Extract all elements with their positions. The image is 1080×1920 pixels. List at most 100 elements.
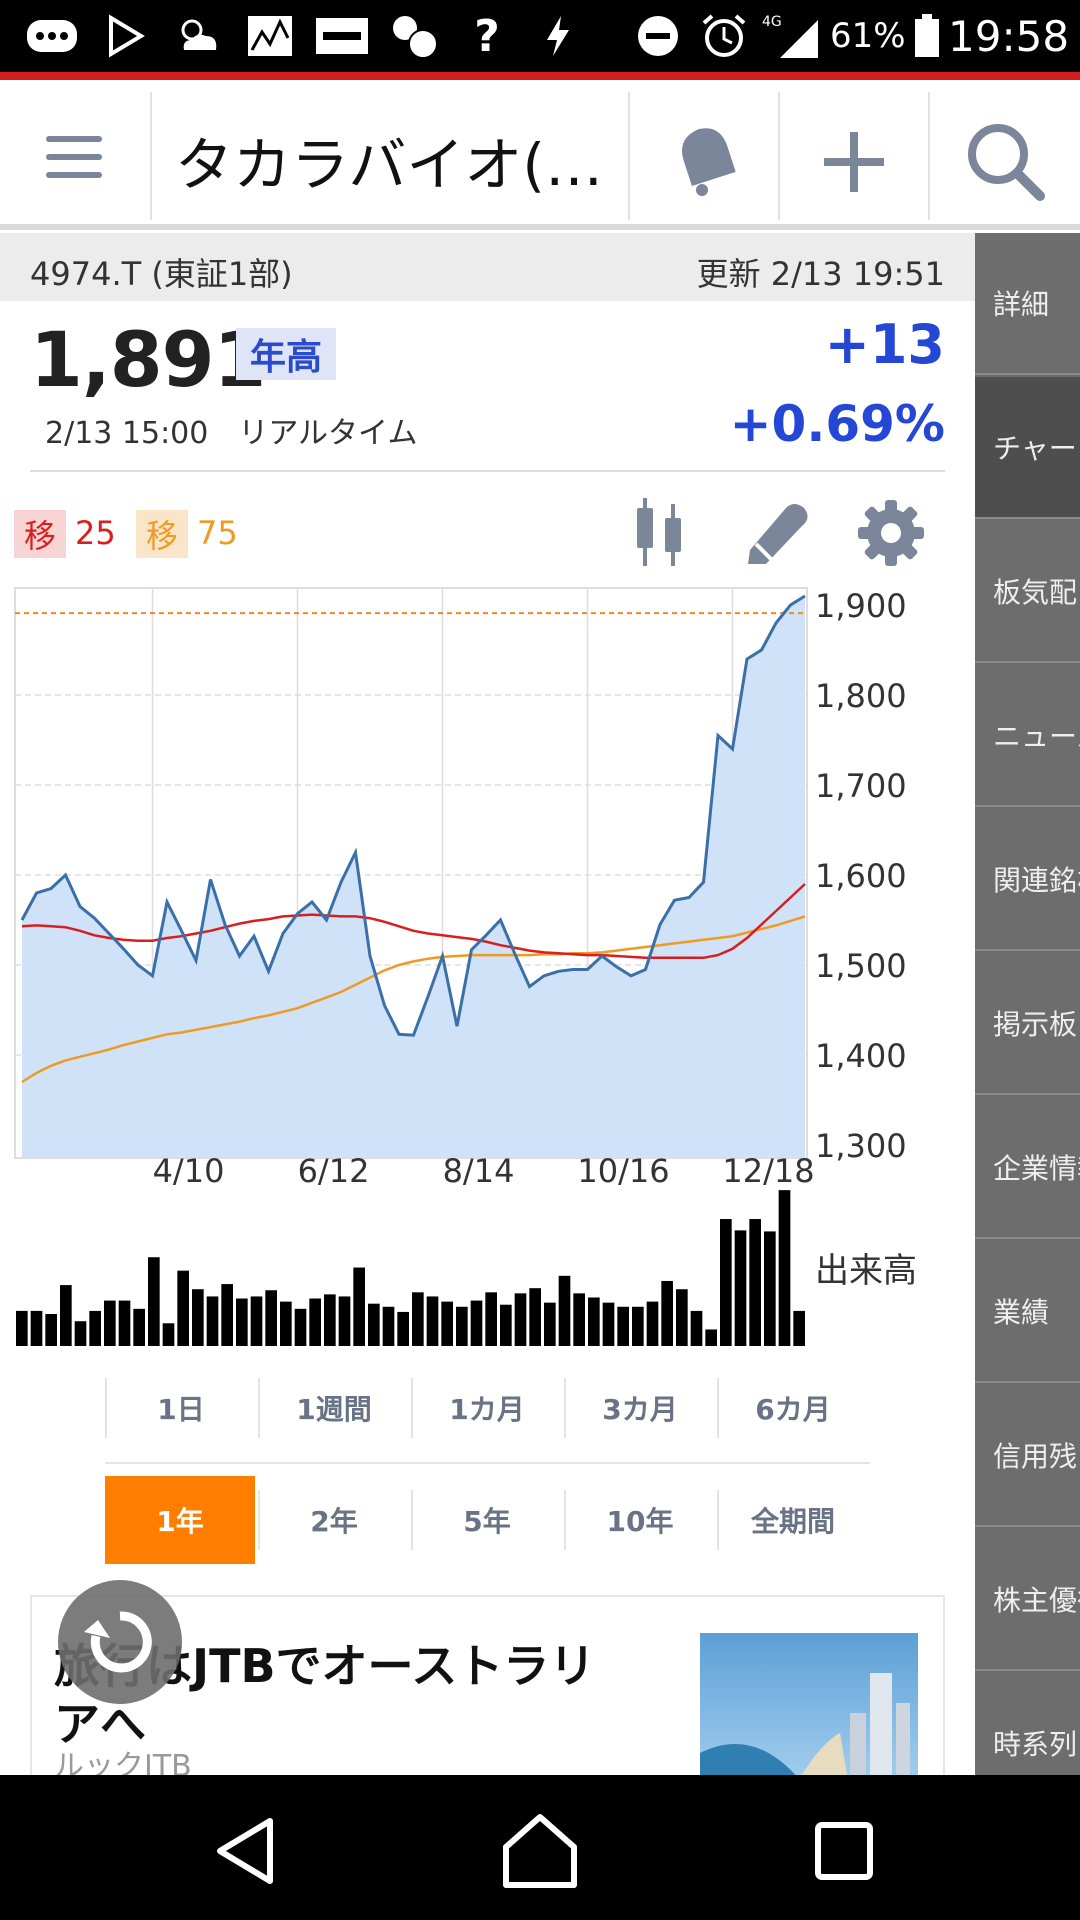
price-change-percent: +0.69% bbox=[729, 395, 945, 453]
period-button[interactable]: 2年 bbox=[258, 1490, 408, 1550]
sidebar-item-3[interactable]: ニュース bbox=[975, 665, 1080, 807]
sidebar-item-9[interactable]: 株主優待 bbox=[975, 1529, 1080, 1671]
sidebar: 詳細チャート板気配ニュース関連銘柄掲示板企業情報業績信用残株主優待時系列 bbox=[975, 233, 1080, 1815]
x-tick-label: 12/18 bbox=[722, 1152, 814, 1190]
period-button[interactable]: 全期間 bbox=[717, 1490, 867, 1550]
accent-line bbox=[0, 72, 1080, 80]
sidebar-item-1[interactable]: チャート bbox=[975, 377, 1080, 519]
stock-icon bbox=[244, 14, 296, 58]
menu-icon[interactable] bbox=[38, 128, 110, 188]
price-chart[interactable]: 1,900 1,800 1,700 1,600 1,500 1,400 1,300 4/10… bbox=[0, 580, 975, 1360]
period-button[interactable]: 3カ月 bbox=[564, 1378, 714, 1438]
volume-bar bbox=[353, 1267, 365, 1346]
y-tick-label: 1,800 bbox=[815, 677, 907, 715]
x-tick-label: 8/14 bbox=[443, 1152, 515, 1190]
period-button[interactable]: 1週間 bbox=[258, 1378, 408, 1438]
period-button[interactable]: 6カ月 bbox=[717, 1378, 867, 1438]
period-button[interactable]: 1カ月 bbox=[411, 1378, 561, 1438]
volume-bar bbox=[720, 1219, 732, 1346]
volume-bar bbox=[104, 1300, 116, 1346]
ma75-tag: 移 bbox=[136, 510, 188, 558]
alarm-icon bbox=[698, 14, 750, 58]
volume-bar bbox=[793, 1310, 805, 1346]
year-high-badge: 年高 bbox=[236, 328, 336, 380]
battery-icon bbox=[912, 14, 942, 58]
period-button[interactable]: 1日 bbox=[105, 1378, 255, 1438]
volume-bar bbox=[749, 1219, 761, 1346]
x-tick-label: 10/16 bbox=[577, 1152, 669, 1190]
draw-icon[interactable] bbox=[742, 496, 814, 568]
ma75-value: 75 bbox=[197, 514, 238, 552]
sidebar-item-2[interactable]: 板気配 bbox=[975, 521, 1080, 663]
app-bar: タカラバイオ(… bbox=[0, 80, 1080, 230]
price-change: +13 bbox=[824, 313, 945, 376]
period-button[interactable]: 5年 bbox=[411, 1490, 561, 1550]
period-button[interactable]: 10年 bbox=[564, 1490, 714, 1550]
volume-bar bbox=[265, 1290, 277, 1346]
plus-icon[interactable] bbox=[818, 126, 890, 198]
network-label: 4G bbox=[762, 14, 782, 30]
ad-image[interactable] bbox=[700, 1633, 918, 1793]
sidebar-item-4[interactable]: 関連銘柄 bbox=[975, 809, 1080, 951]
volume-bar bbox=[74, 1321, 87, 1346]
gear-icon[interactable] bbox=[856, 498, 926, 568]
x-tick-label: 4/10 bbox=[153, 1152, 225, 1190]
stock-title: タカラバイオ(… bbox=[175, 131, 604, 199]
volume-bar bbox=[544, 1302, 556, 1346]
bell-icon[interactable] bbox=[664, 118, 744, 198]
y-tick-label: 1,700 bbox=[815, 767, 907, 805]
divider bbox=[105, 1462, 870, 1464]
volume-bar bbox=[705, 1329, 717, 1346]
volume-bar bbox=[441, 1301, 453, 1346]
updated-time: 更新 2/13 19:51 bbox=[696, 255, 945, 293]
volume-bar bbox=[456, 1306, 468, 1346]
volume-bar bbox=[617, 1306, 629, 1346]
x-tick-label: 6/12 bbox=[298, 1152, 370, 1190]
volume-bar bbox=[646, 1301, 659, 1346]
more-icon bbox=[22, 14, 82, 58]
volume-bar bbox=[250, 1296, 263, 1346]
price-area bbox=[22, 596, 805, 1158]
volume-bar bbox=[60, 1285, 72, 1346]
ma25-tag: 移 bbox=[14, 510, 66, 558]
period-button[interactable]: 1年 bbox=[105, 1476, 255, 1564]
status-bar: ? 4G 61% 19:58 bbox=[0, 0, 1080, 72]
volume-bar bbox=[148, 1257, 160, 1346]
volume-bar bbox=[30, 1310, 43, 1346]
volume-bar bbox=[573, 1293, 585, 1346]
volume-bar bbox=[778, 1190, 791, 1346]
do-not-disturb-icon bbox=[634, 14, 682, 58]
y-tick-label: 1,600 bbox=[815, 857, 907, 895]
candlestick-icon[interactable] bbox=[625, 494, 695, 570]
volume-bar bbox=[676, 1289, 688, 1346]
sidebar-item-0[interactable]: 詳細 bbox=[975, 233, 1080, 375]
sidebar-item-8[interactable]: 信用残 bbox=[975, 1385, 1080, 1527]
play-store-icon bbox=[100, 14, 150, 58]
volume-bar bbox=[661, 1280, 673, 1346]
divider bbox=[928, 92, 930, 220]
volume-bar bbox=[397, 1311, 409, 1346]
home-icon[interactable] bbox=[500, 1811, 580, 1891]
recents-icon[interactable] bbox=[812, 1819, 876, 1883]
sidebar-item-5[interactable]: 掲示板 bbox=[975, 953, 1080, 1095]
ticker-code: 4974.T (東証1部) bbox=[30, 255, 293, 293]
volume-bar bbox=[558, 1275, 571, 1346]
divider bbox=[778, 92, 780, 220]
refresh-button[interactable] bbox=[58, 1580, 182, 1704]
back-icon[interactable] bbox=[210, 1815, 282, 1887]
sidebar-item-6[interactable]: 企業情報 bbox=[975, 1097, 1080, 1239]
volume-bar bbox=[206, 1296, 219, 1346]
volume-bar bbox=[382, 1306, 395, 1346]
sidebar-item-7[interactable]: 業績 bbox=[975, 1241, 1080, 1383]
volume-bar bbox=[177, 1270, 189, 1346]
weather-icon bbox=[170, 14, 226, 58]
volume-bar bbox=[45, 1314, 57, 1346]
signal-icon: 4G bbox=[762, 14, 822, 58]
question-icon: ? bbox=[474, 10, 500, 62]
search-icon[interactable] bbox=[964, 120, 1048, 204]
navigation-bar bbox=[0, 1775, 1080, 1920]
volume-bar bbox=[133, 1308, 145, 1346]
volume-bar bbox=[470, 1300, 483, 1346]
volume-bar bbox=[602, 1302, 615, 1346]
volume-bar bbox=[368, 1303, 380, 1346]
